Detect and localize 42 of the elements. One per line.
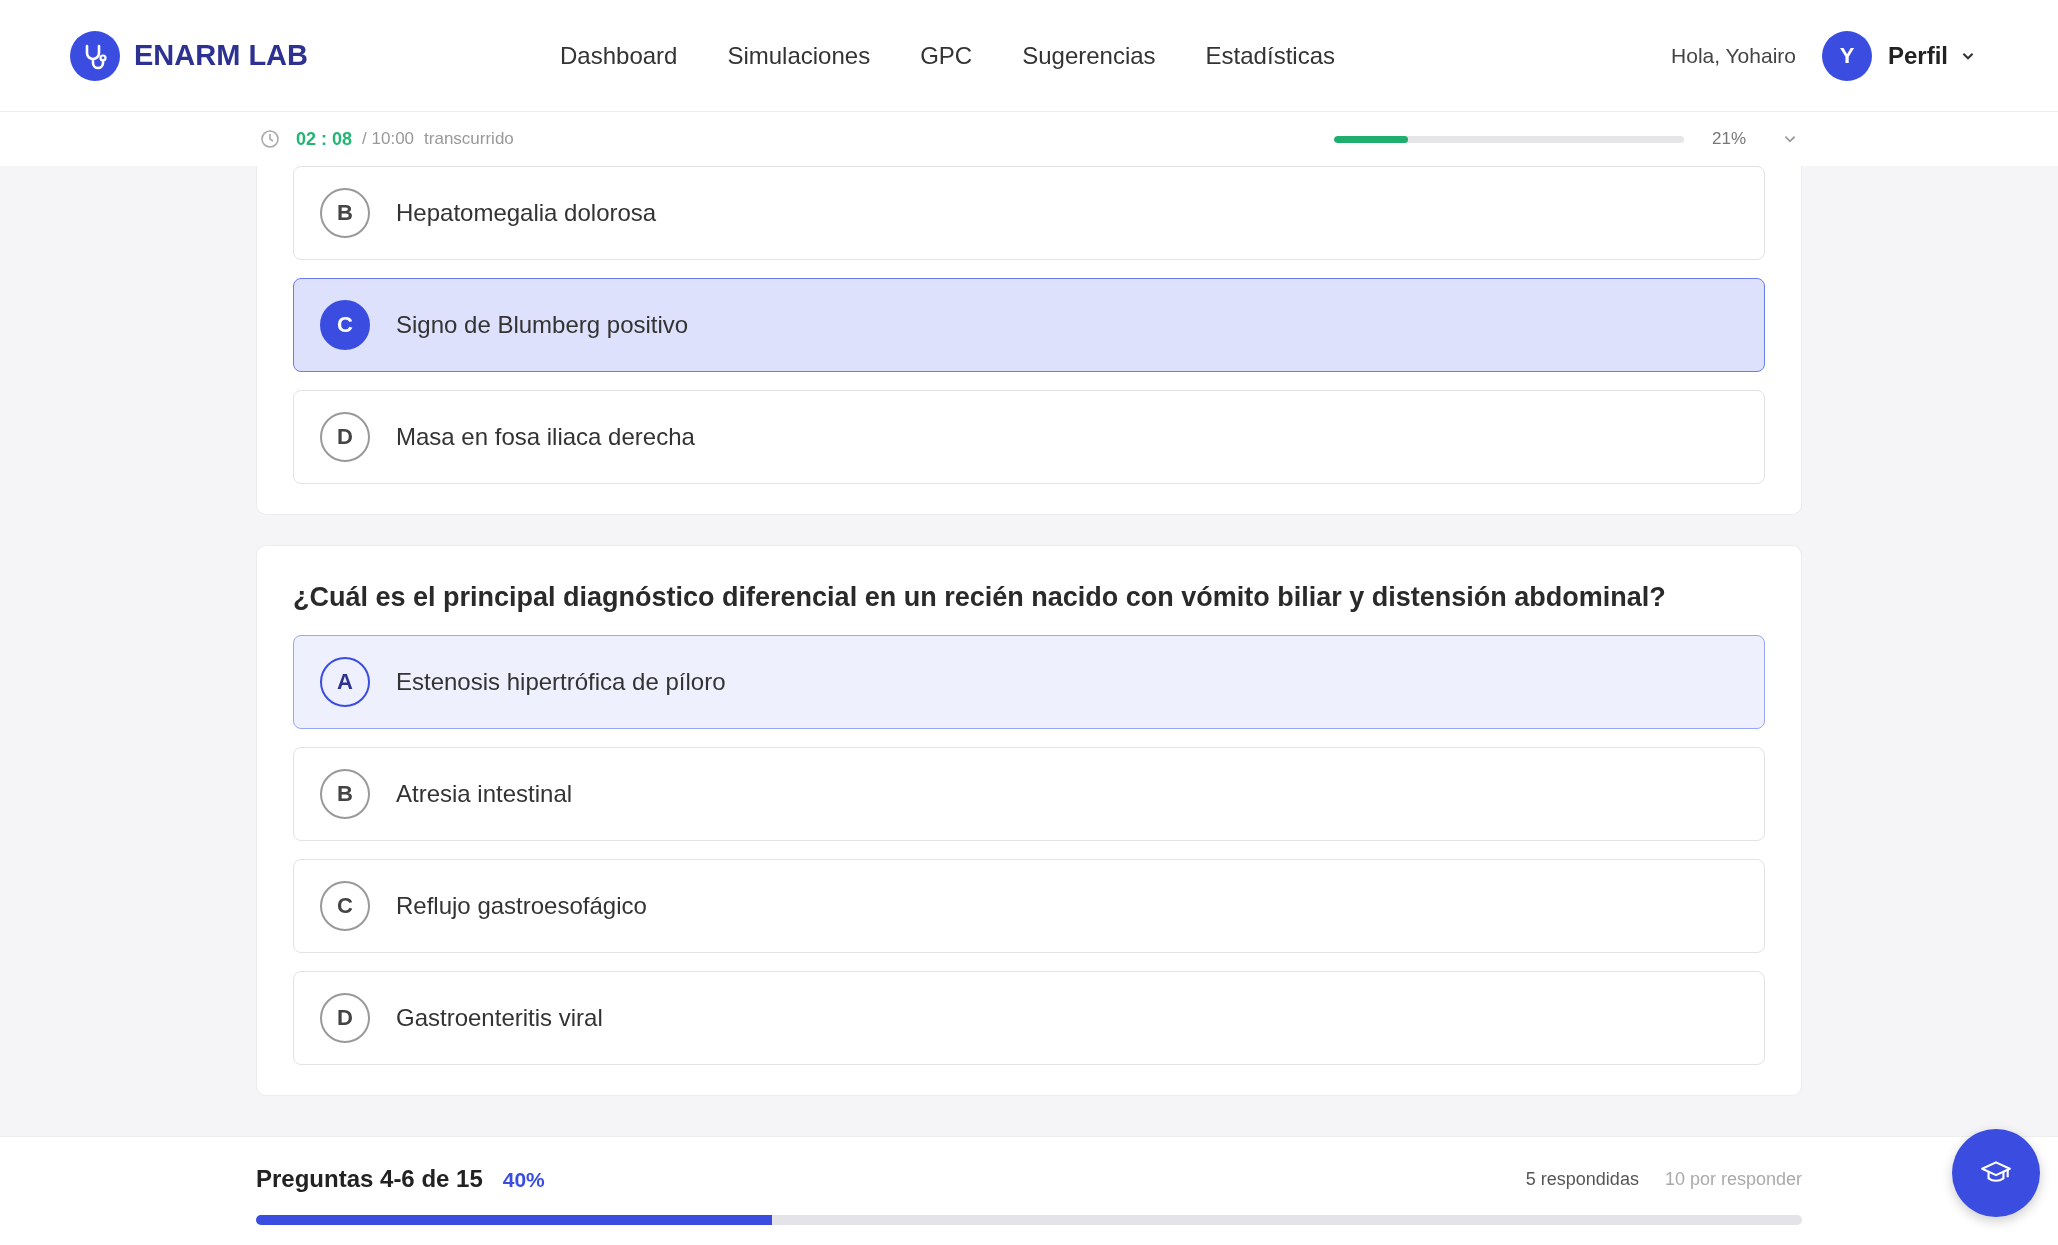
nav-link[interactable]: Sugerencias xyxy=(1022,41,1156,70)
greeting-text: Hola, Yohairo xyxy=(1671,43,1796,68)
answer-option[interactable]: B Atresia intestinal xyxy=(293,747,1765,841)
option-text: Signo de Blumberg positivo xyxy=(396,311,689,339)
time-percent: 21% xyxy=(1712,129,1748,149)
stethoscope-logo-icon xyxy=(70,30,120,81)
answer-option[interactable]: C Signo de Blumberg positivo xyxy=(293,278,1765,372)
option-text: Estenosis hipertrófica de píloro xyxy=(396,668,726,696)
question-range: Preguntas 4-6 de 15 xyxy=(256,1165,483,1193)
option-text: Masa en fosa iliaca derecha xyxy=(396,423,695,451)
elapsed-time: 02 : 08 xyxy=(296,128,353,150)
option-letter: A xyxy=(320,657,370,707)
option-letter: B xyxy=(320,769,370,819)
option-text: Atresia intestinal xyxy=(396,780,573,808)
nav-link[interactable]: GPC xyxy=(920,41,973,70)
answer-option[interactable]: D Gastroenteritis viral xyxy=(293,971,1765,1065)
total-time: / 10:00 xyxy=(362,129,415,149)
option-letter: C xyxy=(320,881,370,931)
option-text: Gastroenteritis viral xyxy=(396,1004,603,1032)
option-letter: C xyxy=(320,300,370,350)
option-letter: B xyxy=(320,188,370,238)
answered-count: 5 respondidas xyxy=(1525,1168,1639,1190)
answer-option[interactable]: C Reflujo gastroesofágico xyxy=(293,859,1765,953)
clock-icon xyxy=(260,129,280,149)
nav-link[interactable]: Estadísticas xyxy=(1205,41,1335,70)
profile-menu-button[interactable]: Perfil xyxy=(1887,41,1988,70)
timer-caption: transcurrido xyxy=(424,129,514,149)
answer-option[interactable]: D Masa en fosa iliaca derecha xyxy=(293,390,1765,484)
brand-name[interactable]: ENARM LAB xyxy=(134,39,308,72)
graduation-cap-button[interactable] xyxy=(1952,1129,2040,1217)
option-text: Hepatomegalia dolorosa xyxy=(396,199,657,227)
pending-count: 10 por responder xyxy=(1664,1168,1802,1190)
answer-option[interactable]: B Hepatomegalia dolorosa xyxy=(293,166,1765,260)
nav-link[interactable]: Simulaciones xyxy=(727,41,871,70)
question-text: ¿Cuál es el principal diagnóstico diferencial en un recién nacido con vómito biliar y distensión abdominal? xyxy=(293,582,1667,613)
option-text: Reflujo gastroesofágico xyxy=(396,892,647,920)
answer-option[interactable]: A Estenosis hipertrófica de píloro xyxy=(293,635,1765,729)
avatar[interactable]: Y xyxy=(1821,30,1872,81)
option-letter: D xyxy=(320,412,370,462)
nav-link[interactable]: Dashboard xyxy=(560,41,678,70)
progress-percent: 40% xyxy=(502,1168,545,1192)
option-letter: D xyxy=(320,993,370,1043)
